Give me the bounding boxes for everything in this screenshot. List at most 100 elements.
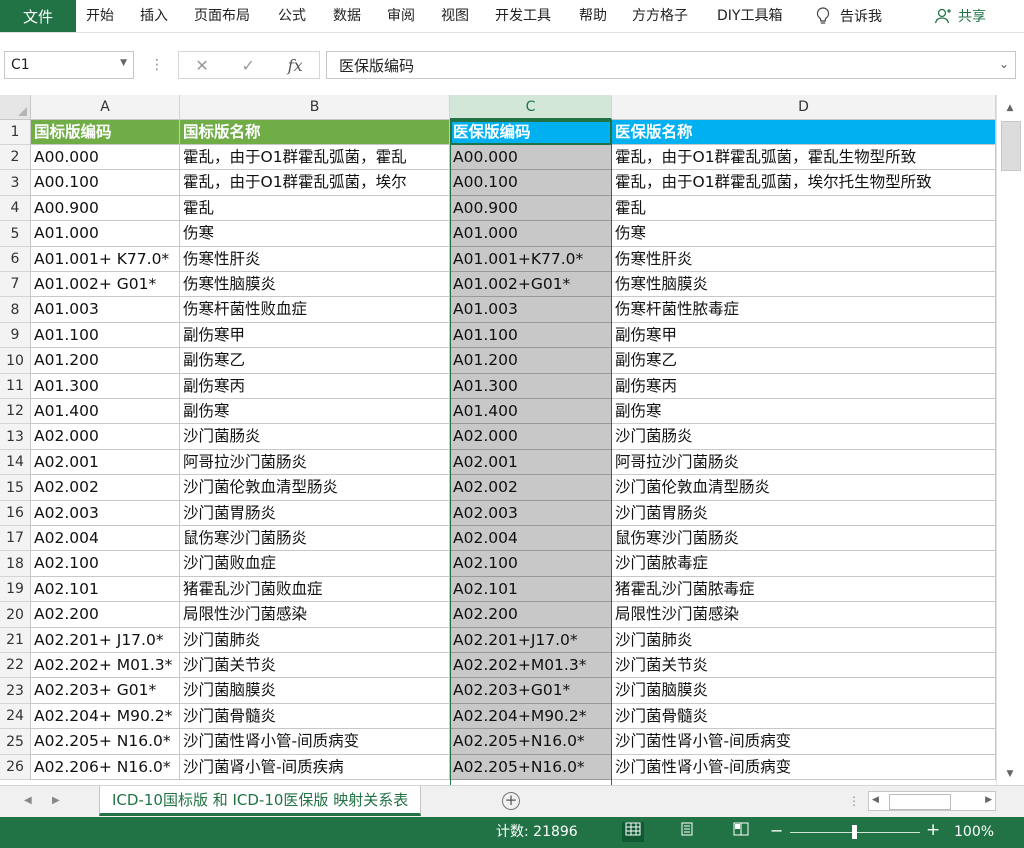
cell-national-name[interactable]: 霍乱，由于O1群霍乱弧菌，埃尔 [180,170,450,196]
cell-national-code[interactable]: A02.100 [31,551,180,577]
row-header[interactable]: 10 [0,348,31,374]
tab-formulas[interactable]: 公式 [278,0,306,32]
normal-view-icon[interactable] [622,822,644,842]
cell-insurance-name[interactable]: 伤寒 [612,221,996,247]
tab-review[interactable]: 审阅 [387,0,415,32]
page-layout-icon[interactable] [676,822,698,842]
header-cell-national-code[interactable]: 国标版编码 [31,120,180,145]
cell-insurance-code[interactable]: A00.000 [450,145,612,170]
cell-insurance-name[interactable]: 沙门菌胃肠炎 [612,501,996,526]
cell-national-code[interactable]: A00.100 [31,170,180,196]
prev-sheet-icon[interactable]: ◀ [24,795,32,806]
row-header[interactable]: 4 [0,196,31,221]
cell-insurance-code[interactable]: A02.003 [450,501,612,526]
cell-insurance-code[interactable]: A01.100 [450,323,612,348]
cell-national-code[interactable]: A00.000 [31,145,180,170]
row-header[interactable]: 8 [0,297,31,323]
cell-insurance-name[interactable]: 阿哥拉沙门菌肠炎 [612,450,996,475]
add-sheet-icon[interactable]: + [502,792,520,810]
chevron-down-icon[interactable]: ▼ [120,58,127,68]
zoom-slider-handle[interactable] [852,825,857,839]
header-cell-insurance-name[interactable]: 医保版名称 [612,120,996,145]
cell-insurance-code[interactable]: A01.200 [450,348,612,374]
row-header[interactable]: 26 [0,755,31,780]
tab-data[interactable]: 数据 [333,0,361,32]
scroll-down-icon[interactable]: ▼ [997,769,1023,779]
cell-insurance-name[interactable]: 霍乱 [612,196,996,221]
drag-handle-icon[interactable]: ⋮ [150,57,164,73]
zoom-out-icon[interactable]: − [770,821,783,840]
cell-national-code[interactable]: A01.002+ G01* [31,272,180,297]
tab-help[interactable]: 帮助 [579,0,607,32]
cell-insurance-name[interactable]: 沙门菌性肾小管-间质病变 [612,729,996,755]
page-break-icon[interactable] [730,822,752,842]
header-cell-national-name[interactable]: 国标版名称 [180,120,450,145]
vertical-scroll-thumb[interactable] [1001,121,1021,171]
cell-national-name[interactable]: 霍乱 [180,196,450,221]
cell-national-name[interactable]: 局限性沙门菌感染 [180,602,450,628]
tab-insert[interactable]: 插入 [140,0,168,32]
cell-insurance-code[interactable]: A02.205+N16.0* [450,755,612,780]
header-cell-insurance-code[interactable]: 医保版编码 [450,120,612,145]
cell-national-name[interactable]: 沙门菌胃肠炎 [180,501,450,526]
file-tab[interactable]: 文件 [0,0,76,32]
row-header[interactable]: 3 [0,170,31,196]
cell-national-name[interactable]: 猪霍乱沙门菌败血症 [180,577,450,602]
row-header[interactable]: 22 [0,653,31,678]
cell-insurance-name[interactable]: 霍乱，由于O1群霍乱弧菌，埃尔托生物型所致 [612,170,996,196]
cell-national-name[interactable]: 阿哥拉沙门菌肠炎 [180,450,450,475]
expand-formula-icon[interactable]: ⌄ [999,57,1009,71]
cell-insurance-code[interactable]: A02.204+M90.2* [450,704,612,729]
cell-national-name[interactable]: 沙门菌肾小管-间质疾病 [180,755,450,780]
cell-insurance-code[interactable]: A02.004 [450,526,612,551]
cell-insurance-code[interactable]: A01.400 [450,399,612,424]
cell-insurance-name[interactable]: 沙门菌伦敦血清型肠炎 [612,475,996,501]
cell-insurance-name[interactable]: 副伤寒 [612,399,996,424]
cell-insurance-code[interactable]: A02.203+G01* [450,678,612,704]
row-header[interactable]: 14 [0,450,31,475]
cell-national-name[interactable]: 沙门菌败血症 [180,551,450,577]
cell-national-code[interactable]: A01.001+ K77.0* [31,247,180,272]
cell-insurance-name[interactable]: 副伤寒丙 [612,374,996,399]
row-header[interactable]: 1 [0,120,31,145]
cell-national-name[interactable]: 副伤寒丙 [180,374,450,399]
cell-national-name[interactable]: 伤寒性脑膜炎 [180,272,450,297]
cell-national-code[interactable]: A02.204+ M90.2* [31,704,180,729]
cell-insurance-name[interactable]: 伤寒杆菌性脓毒症 [612,297,996,323]
cell-national-code[interactable]: A02.206+ N16.0* [31,755,180,780]
row-header[interactable]: 17 [0,526,31,551]
cell-insurance-name[interactable]: 猪霍乱沙门菌脓毒症 [612,577,996,602]
row-header[interactable]: 18 [0,551,31,577]
formula-input[interactable]: 医保版编码 ⌄ [326,51,1016,79]
confirm-icon[interactable]: ✓ [242,56,255,75]
cell-national-code[interactable]: A02.004 [31,526,180,551]
row-header[interactable]: 16 [0,501,31,526]
cell-national-code[interactable]: A01.000 [31,221,180,247]
cell-insurance-code[interactable]: A01.300 [450,374,612,399]
cell-insurance-name[interactable]: 沙门菌肺炎 [612,628,996,653]
column-header-b[interactable]: B [180,95,450,120]
sheet-tab[interactable]: ICD-10国标版 和 ICD-10医保版 映射关系表 [99,786,422,816]
next-sheet-icon[interactable]: ▶ [52,795,60,806]
row-header[interactable]: 2 [0,145,31,170]
tab-page-layout[interactable]: 页面布局 [194,0,250,32]
cell-insurance-code[interactable]: A00.100 [450,170,612,196]
cell-national-code[interactable]: A02.201+ J17.0* [31,628,180,653]
cancel-icon[interactable]: ✕ [195,56,208,75]
cell-national-name[interactable]: 沙门菌肠炎 [180,424,450,450]
horizontal-scrollbar[interactable]: ◀ ▶ [868,791,996,811]
worksheet-grid[interactable]: A B C D 1 国标版编码 国标版名称 医保版编码 医保版名称 2 A00.0… [0,95,996,785]
cell-national-code[interactable]: A01.200 [31,348,180,374]
cell-national-name[interactable]: 鼠伤寒沙门菌肠炎 [180,526,450,551]
tab-view[interactable]: 视图 [441,0,469,32]
cell-national-code[interactable]: A02.202+ M01.3* [31,653,180,678]
cell-insurance-code[interactable]: A01.001+K77.0* [450,247,612,272]
column-header-d[interactable]: D [612,95,996,120]
cell-national-code[interactable]: A02.101 [31,577,180,602]
cell-insurance-code[interactable]: A02.001 [450,450,612,475]
cell-national-code[interactable]: A02.205+ N16.0* [31,729,180,755]
tell-me[interactable]: 告诉我 [816,0,882,32]
cell-insurance-code[interactable]: A02.200 [450,602,612,628]
horizontal-scroll-thumb[interactable] [889,794,951,810]
cell-insurance-name[interactable]: 沙门菌关节炎 [612,653,996,678]
